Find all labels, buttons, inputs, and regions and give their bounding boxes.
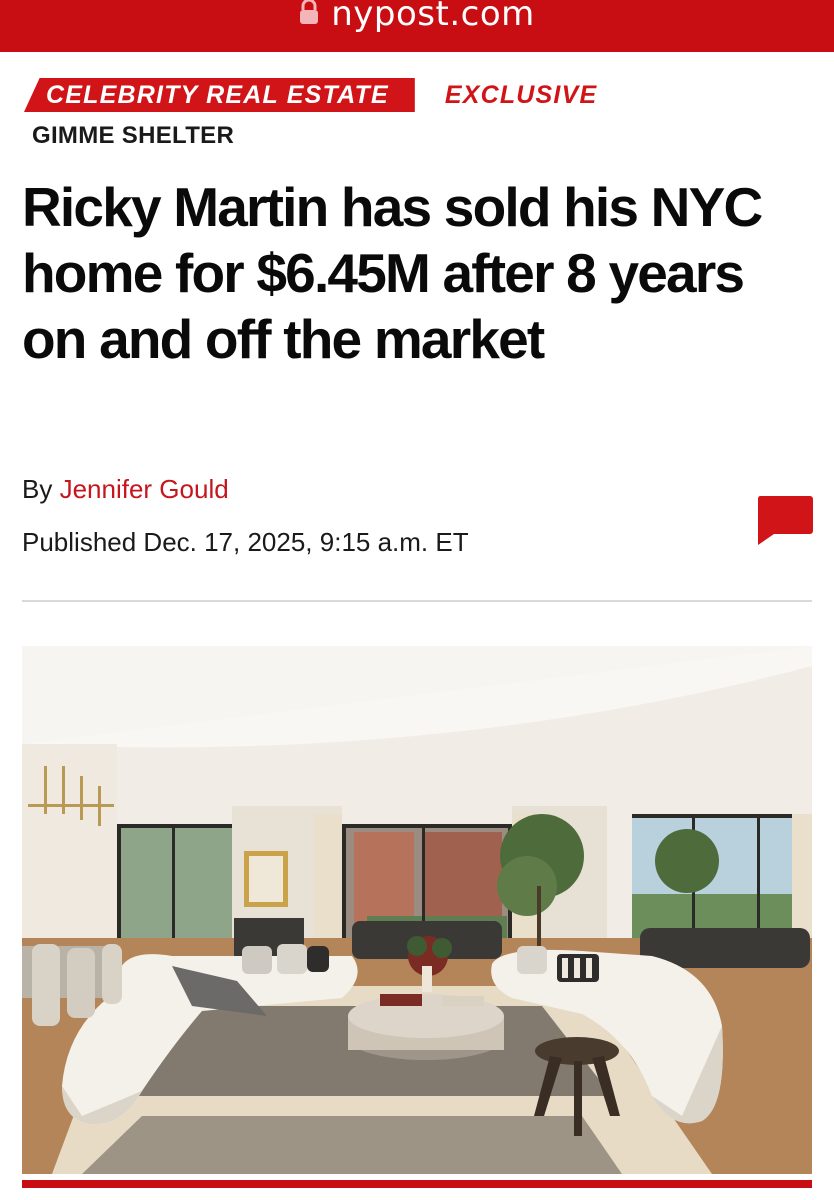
- bottom-accent-bar: [22, 1180, 812, 1188]
- article-headline: Ricky Martin has sold his NYC home for $…: [22, 176, 763, 370]
- comment-icon[interactable]: [756, 493, 814, 554]
- article-tags: CELEBRITY REAL ESTATE EXCLUSIVE: [24, 78, 597, 112]
- lock-icon: [299, 0, 319, 30]
- byline: By Jennifer Gould: [22, 474, 229, 505]
- url-text[interactable]: nypost.com: [331, 0, 535, 34]
- article-kicker: GIMME SHELTER: [32, 122, 235, 149]
- published-date: Published Dec. 17, 2025, 9:15 a.m. ET: [22, 527, 469, 557]
- author-link[interactable]: Jennifer Gould: [60, 474, 229, 504]
- category-tag[interactable]: CELEBRITY REAL ESTATE: [24, 78, 415, 112]
- divider: [22, 600, 812, 602]
- article-hero-image[interactable]: [22, 646, 812, 1174]
- exclusive-tag: EXCLUSIVE: [444, 80, 598, 109]
- browser-url-bar[interactable]: nypost.com: [0, 0, 834, 52]
- byline-prefix: By: [22, 474, 53, 504]
